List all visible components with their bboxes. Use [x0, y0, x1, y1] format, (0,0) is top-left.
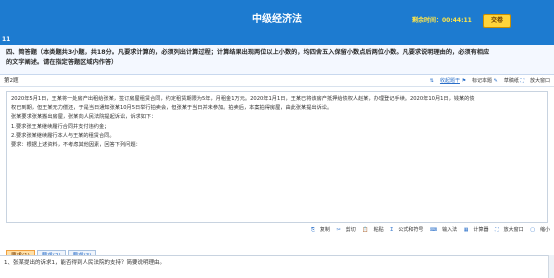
section-instructions: 四、简答题（本类题共3小题，共18分。凡要求计算的，必须列出计算过程；计算结果出…	[0, 45, 554, 75]
answer-enlarge-button[interactable]: 放大窗口	[504, 227, 524, 233]
enlarge-window-button[interactable]: 放大窗口	[530, 78, 550, 84]
requirement-panel: 1、张某提出的诉求1，能否得到人民法院的支持？简要说明理由。	[0, 255, 554, 278]
question-tools: ⇅ 收起题干 ⚑ 标记本题 ✎ 草稿纸 ⛶ 放大窗口	[430, 77, 550, 85]
formula-icon: Σ	[390, 227, 394, 233]
calculator-button[interactable]: 计算器	[474, 227, 489, 233]
paste-icon: 📋	[362, 227, 369, 233]
scrollbar[interactable]	[548, 255, 554, 278]
shrink-button[interactable]: 缩小	[540, 227, 550, 233]
submit-exam-button[interactable]: 交卷	[483, 14, 511, 28]
flag-icon: ⚑	[461, 78, 467, 84]
remaining-time: 剩余时间：00:44:11	[412, 17, 472, 24]
instruction-line-2: 的文字阐述。请在指定答题区域内作答）	[6, 58, 118, 66]
case-material: 2020年5月1日，王某将一处房产出租给张某，签订房屋租赁合同，约定租赁期限为5…	[6, 91, 548, 223]
keyboard-icon: ⌨	[429, 227, 438, 233]
formula-button[interactable]: 公式和符号	[398, 227, 423, 233]
calculator-icon: ▦	[463, 227, 469, 233]
question-toolbar: 第2题 ⇅ 收起题干 ⚑ 标记本题 ✎ 草稿纸 ⛶ 放大窗口	[0, 75, 554, 87]
cut-button[interactable]: 剪切	[346, 227, 356, 233]
case-paragraph: 2.要求张某继续履行本人与王某的租赁合同。	[11, 132, 115, 139]
requirement-tabs: 要求(1)要求(2)要求(3)	[6, 242, 98, 262]
paste-button[interactable]: 粘贴	[374, 227, 384, 233]
case-paragraph: 1.要求张王某继续履行合同并支付违约金；	[11, 123, 110, 130]
cut-icon: ✂	[336, 227, 341, 233]
collapse-icon: ⇅	[429, 78, 434, 84]
collect-stem-button[interactable]: 收起题干	[440, 78, 460, 84]
enlarge-icon: ⛶	[520, 78, 524, 84]
mark-question-button[interactable]: 标记本题	[472, 78, 492, 84]
enlarge-icon: ⛶	[495, 227, 499, 233]
draft-icon: ✎	[493, 78, 498, 84]
case-paragraph: 权已到期，但王某无力偿还，于是当日通知张某10月5日举行拍卖会，但张某于当日并未…	[11, 105, 333, 112]
app-header: 中级经济法 剩余时间：00:44:11 交卷	[0, 0, 554, 35]
copy-button[interactable]: 复制	[320, 227, 330, 233]
copy-icon: ⎘	[310, 227, 315, 233]
case-paragraph: 张某要求张某搬出房屋，张某向人民法院提起诉讼，诉求如下：	[11, 114, 157, 121]
case-paragraph: 要求：根据上述资料，不考虑其他因素，回答下列问题：	[11, 142, 141, 149]
draft-paper-button[interactable]: 草稿纸	[504, 78, 519, 84]
answer-tools: ⎘ 复制 ✂ 剪切 📋 粘贴 Σ 公式和符号 ⌨ 输入法 ▦ 计算器 ⛶ 放大窗口 ▢ 缩小	[240, 225, 550, 235]
question-label: 第2题	[4, 78, 19, 84]
input-method-button[interactable]: 输入法	[442, 227, 457, 233]
question-number: 11	[0, 35, 554, 45]
requirement-text: 1、张某提出的诉求1，能否得到人民法院的支持？简要说明理由。	[4, 260, 166, 266]
case-paragraph: 2020年5月1日，王某将一处房产出租给张某，签订房屋租赁合同，约定租赁期限为5…	[11, 96, 475, 102]
shrink-icon: ▢	[530, 227, 535, 233]
instruction-line-1: 四、简答题（本类题共3小题，共18分。凡要求计算的，必须列出计算过程；计算结果出…	[6, 49, 490, 56]
